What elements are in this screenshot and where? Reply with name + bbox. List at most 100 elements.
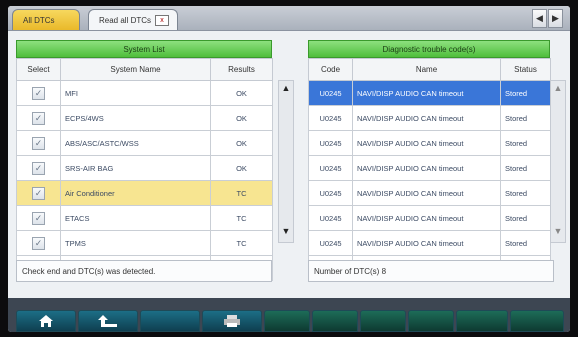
dtc-list-scrollbar[interactable]: ▲ ▼ [550,80,566,243]
system-name-cell: SRS-AIR BAG [60,155,211,181]
scroll-down-icon[interactable]: ▼ [552,226,564,240]
dtc-code-cell: U0245 [308,130,353,156]
table-row[interactable]: U0245NAVI/DISP AUDIO CAN timeoutStored [308,105,551,131]
system-name-cell: TPMS [60,230,211,256]
dtc-code-cell: U0245 [308,205,353,231]
select-cell[interactable]: ✓ [16,80,61,106]
dtc-status-cell: Stored [500,205,551,231]
dtc-code-cell: U0245 [308,80,353,106]
checkbox-checked-icon[interactable]: ✓ [32,86,45,100]
tab-read-all-dtcs[interactable]: Read all DTCs x [88,9,178,30]
dtc-status-cell: Stored [500,230,551,256]
dtc-status-cell: Stored [500,180,551,206]
print-button[interactable] [202,310,262,332]
system-list-title: System List [16,40,272,58]
checkbox-checked-icon[interactable]: ✓ [32,136,45,150]
system-list-scrollbar[interactable]: ▲ ▼ [278,80,294,243]
home-icon [39,315,53,327]
checkbox-checked-icon[interactable]: ✓ [32,211,45,225]
result-cell: OK [210,105,273,131]
close-icon[interactable]: x [155,15,169,26]
table-row[interactable]: ✓ Air Conditioner TC [16,180,273,206]
column-header-code: Code [308,58,353,81]
dtc-name-cell: NAVI/DISP AUDIO CAN timeout [352,205,501,231]
table-row[interactable]: ✓ SRS-AIR BAG OK [16,155,273,181]
system-name-cell: MFI [60,80,211,106]
checkbox-checked-icon[interactable]: ✓ [32,186,45,200]
function-button-6[interactable] [510,310,564,332]
column-header-results: Results [210,58,273,81]
system-name-cell: ECPS/4WS [60,105,211,131]
system-name-cell: Air Conditioner [60,180,211,206]
home-button[interactable] [16,310,76,332]
checkbox-checked-icon[interactable]: ✓ [32,161,45,175]
result-cell: TC [210,230,273,256]
result-cell: TC [210,180,273,206]
dtc-code-cell: U0245 [308,105,353,131]
system-name-cell: ABS/ASC/ASTC/WSS [60,130,211,156]
dtc-status-cell: Stored [500,130,551,156]
dtc-name-cell: NAVI/DISP AUDIO CAN timeout [352,180,501,206]
column-header-name: Name [352,58,501,81]
system-list-table: Select System Name Results ✓ MFI OK ✓ ECPS/4… [16,58,273,281]
select-cell[interactable]: ✓ [16,230,61,256]
dtc-list-title: Diagnostic trouble code(s) [308,40,550,58]
bottom-toolbar [8,298,570,332]
dtc-name-cell: NAVI/DISP AUDIO CAN timeout [352,155,501,181]
table-row[interactable]: ✓ MFI OK [16,80,273,106]
system-status-message: Check end and DTC(s) was detected. [16,260,272,282]
table-row[interactable]: U0245NAVI/DISP AUDIO CAN timeoutStored [308,155,551,181]
dtc-name-cell: NAVI/DISP AUDIO CAN timeout [352,105,501,131]
prev-arrow-icon[interactable]: ◀ [532,9,547,28]
table-row[interactable]: U0245NAVI/DISP AUDIO CAN timeoutStored [308,230,551,256]
dtc-status-cell: Stored [500,105,551,131]
table-row[interactable]: U0245NAVI/DISP AUDIO CAN timeoutStored [308,130,551,156]
table-row[interactable]: U0245NAVI/DISP AUDIO CAN timeoutStored [308,205,551,231]
column-header-select: Select [16,58,61,81]
dtc-name-cell: NAVI/DISP AUDIO CAN timeout [352,130,501,156]
checkbox-checked-icon[interactable]: ✓ [32,111,45,125]
app-screen: All DTCs Read all DTCs x ◀ ▶ System List… [8,6,570,332]
table-row[interactable]: ✓ TPMS TC [16,230,273,256]
table-row[interactable]: U0245NAVI/DISP AUDIO CAN timeoutStored [308,80,551,106]
return-arrow-icon [98,315,117,327]
function-button-3[interactable] [360,310,406,332]
dtc-code-cell: U0245 [308,230,353,256]
result-cell: OK [210,155,273,181]
system-list-panel: System List Select System Name Results ✓… [16,40,294,281]
tab-all-dtcs[interactable]: All DTCs [12,9,80,30]
table-row[interactable]: U0245NAVI/DISP AUDIO CAN timeoutStored [308,180,551,206]
scroll-down-icon[interactable]: ▼ [280,226,292,240]
tab-label: Read all DTCs [99,15,152,25]
tab-label: All DTCs [23,15,55,25]
scroll-up-icon[interactable]: ▲ [280,83,292,97]
select-cell[interactable]: ✓ [16,105,61,131]
function-button-1[interactable] [264,310,310,332]
result-cell: OK [210,80,273,106]
result-cell: TC [210,205,273,231]
function-button-4[interactable] [408,310,454,332]
scroll-up-icon[interactable]: ▲ [552,83,564,97]
system-name-cell: ETACS [60,205,211,231]
table-row[interactable]: ✓ ECPS/4WS OK [16,105,273,131]
next-arrow-icon[interactable]: ▶ [548,9,563,28]
dtc-table: Code Name Status U0245 NAVI/DISP AUDIO CA… [308,58,551,281]
function-button-5[interactable] [456,310,508,332]
dtc-status-cell: Stored [500,155,551,181]
select-cell[interactable]: ✓ [16,130,61,156]
tab-bar: All DTCs Read all DTCs x ◀ ▶ [8,6,570,31]
dtc-panel: Diagnostic trouble code(s) Code Name Sta… [308,40,566,281]
select-cell[interactable]: ✓ [16,180,61,206]
function-button-2[interactable] [312,310,358,332]
back-button[interactable] [78,310,138,332]
select-cell[interactable]: ✓ [16,155,61,181]
dtc-name-cell: NAVI/DISP AUDIO CAN timeout [352,230,501,256]
select-cell[interactable]: ✓ [16,205,61,231]
checkbox-checked-icon[interactable]: ✓ [32,236,45,250]
table-row[interactable]: ✓ ABS/ASC/ASTC/WSS OK [16,130,273,156]
dtc-status-cell: Stored [500,80,551,106]
dtc-name-cell: NAVI/DISP AUDIO CAN timeout [352,80,501,106]
dtc-code-cell: U0245 [308,155,353,181]
blank-button[interactable] [140,310,200,332]
table-row[interactable]: ✓ ETACS TC [16,205,273,231]
